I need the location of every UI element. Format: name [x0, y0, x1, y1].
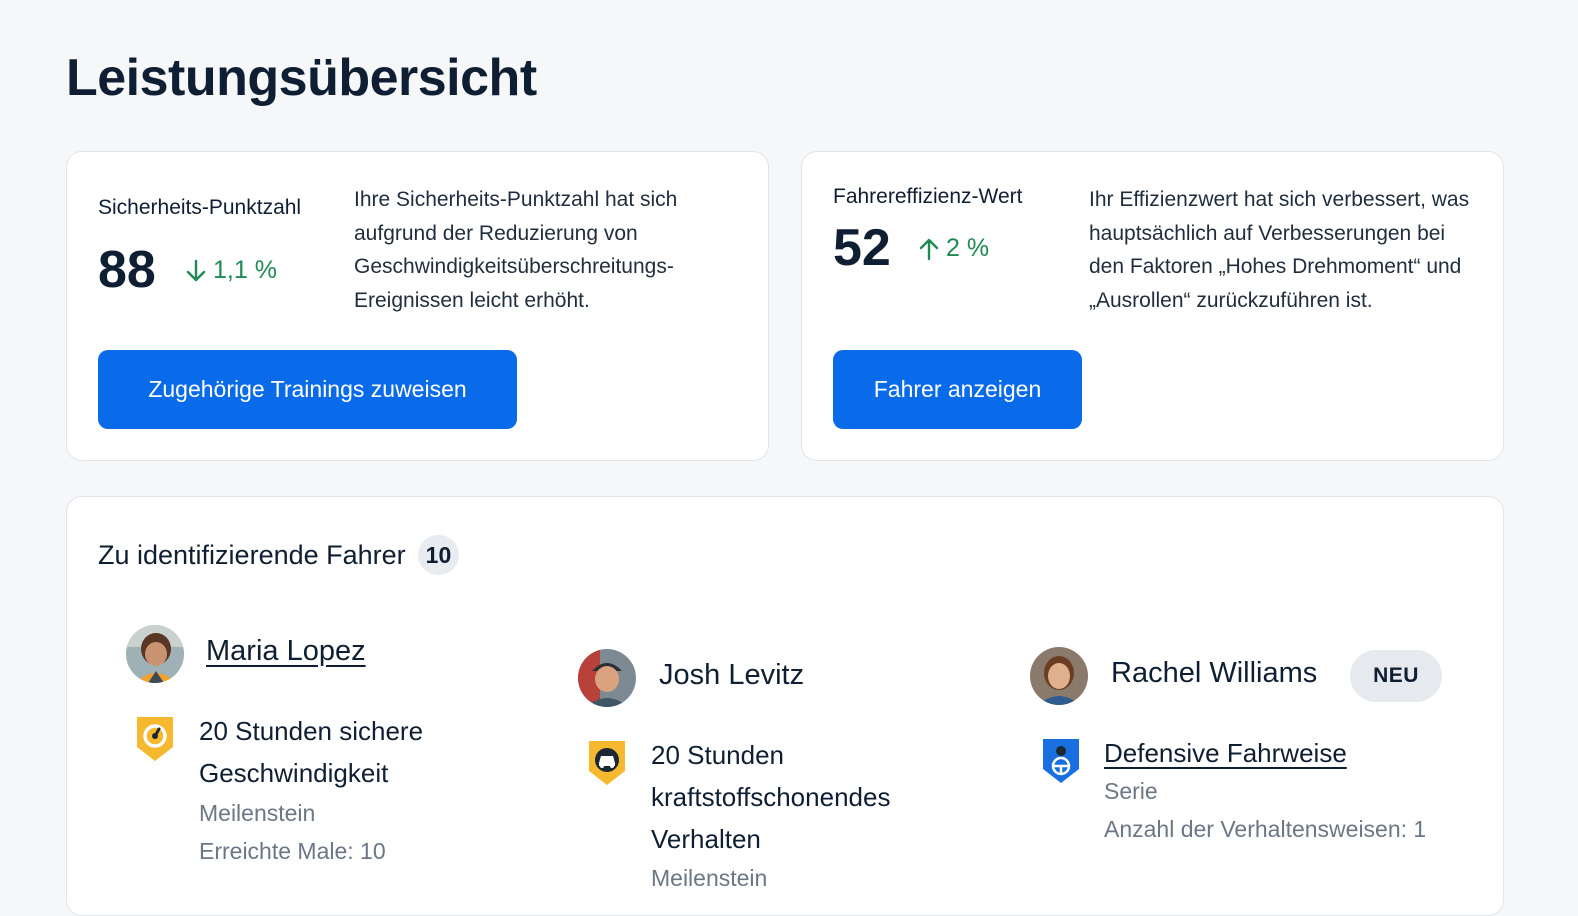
efficiency-score-description: Ihr Effizienzwert hat sich verbessert, w…	[1089, 188, 1470, 312]
safety-score-label: Sicherheits-Punktzahl	[98, 196, 302, 219]
speedometer-badge-icon	[135, 715, 175, 763]
driver-name: Josh Levitz	[659, 659, 805, 691]
safety-score-value: 88	[98, 241, 156, 299]
car-badge-icon	[587, 739, 627, 787]
avatar	[126, 625, 184, 683]
drivers-section-title-text: Zu identifizierende Fahrer	[98, 539, 406, 570]
achievement-type: Meilenstein	[199, 800, 316, 826]
achievement-title: 20 Stunden sichere Geschwindigkeit	[199, 716, 424, 788]
view-drivers-button[interactable]: Fahrer anzeigen	[833, 350, 1082, 429]
efficiency-score-change-text: 2 %	[946, 234, 990, 262]
achievement-title-link[interactable]: Defensive Fahrweise	[1104, 732, 1347, 774]
avatar	[1030, 647, 1088, 705]
safety-score-description: Ihre Sicherheits-Punktzahl hat sich aufg…	[354, 188, 678, 312]
assign-trainings-button[interactable]: Zugehörige Trainings zuweisen	[98, 350, 517, 429]
efficiency-score-value: 52	[833, 219, 891, 277]
arrow-up-icon	[919, 238, 939, 260]
achievement-type: Serie	[1104, 778, 1158, 804]
page-title: Leistungsübersicht	[66, 49, 537, 107]
safety-score-card: Sicherheits-Punktzahl 88 1,1 % Ihre Sich…	[66, 151, 769, 461]
efficiency-score-label: Fahrereffizienz-Wert	[833, 185, 1023, 208]
steering-wheel-badge-icon	[1041, 737, 1081, 785]
driver-name-link[interactable]: Maria Lopez	[206, 635, 366, 668]
avatar	[578, 649, 636, 707]
drivers-to-recognize-card: Zu identifizierende Fahrer 10 Maria Lope…	[66, 496, 1504, 916]
safety-score-change: 1,1 %	[185, 256, 277, 285]
efficiency-score-change: 2 %	[918, 234, 989, 263]
drivers-section-title: Zu identifizierende Fahrer 10	[98, 535, 460, 575]
achievement-detail: Erreichte Male: 10	[199, 838, 386, 864]
achievement-detail: Anzahl der Verhaltensweisen: 1	[1104, 816, 1427, 842]
achievement-title: 20 Stunden kraftstoffschonendes Verhalte…	[651, 740, 891, 854]
safety-score-change-text: 1,1 %	[213, 256, 277, 284]
driver-name: Rachel Williams	[1111, 657, 1318, 689]
arrow-down-icon	[186, 259, 206, 281]
drivers-count-badge: 10	[417, 535, 460, 575]
new-badge: NEU	[1350, 650, 1442, 702]
efficiency-score-card: Fahrereffizienz-Wert 52 2 % Ihr Effizien…	[801, 151, 1504, 461]
